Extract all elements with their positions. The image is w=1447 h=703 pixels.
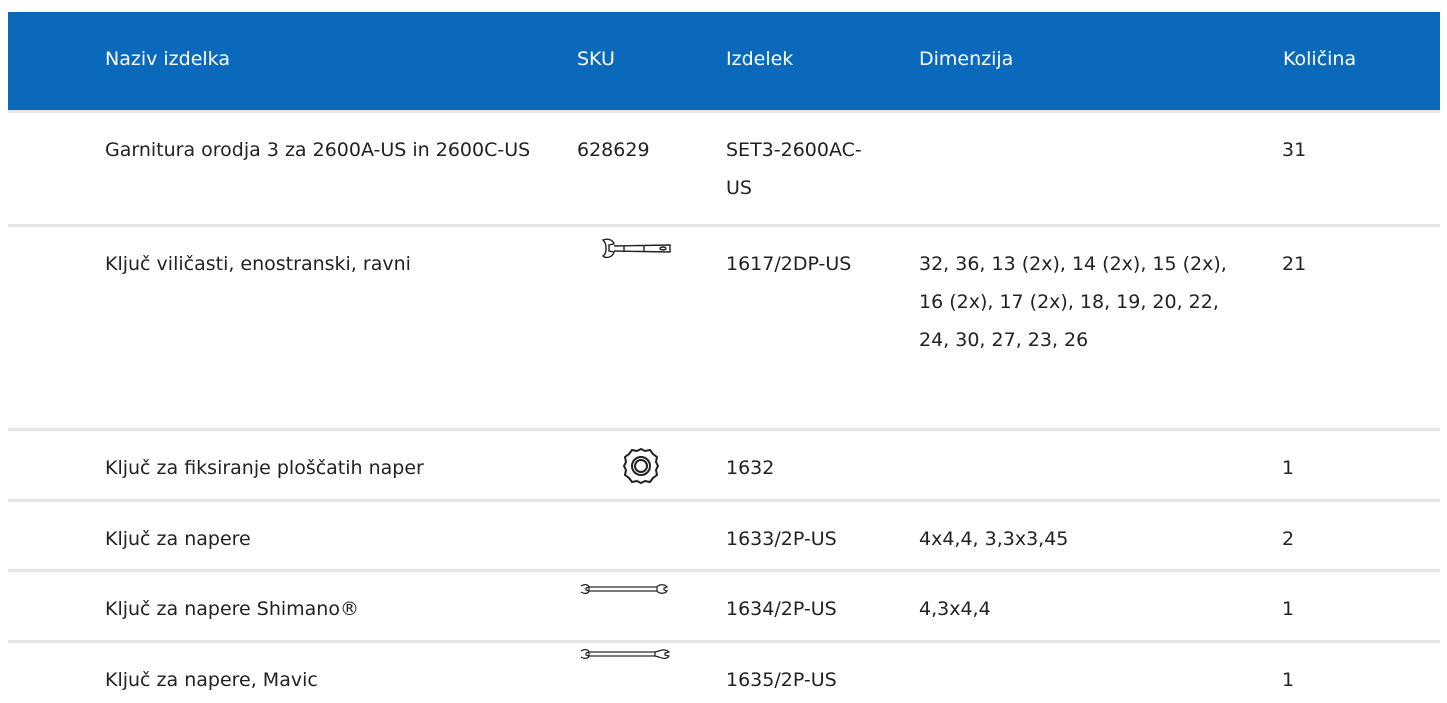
header-sku: SKU <box>577 48 615 70</box>
table-header: Naziv izdelka SKU Izdelek Dimenzija Koli… <box>8 12 1440 110</box>
row-dimension: 4,3x4,4 <box>919 598 991 620</box>
row-dimension: 4x4,4, 3,3x3,45 <box>919 528 1069 550</box>
table-row: Ključ viličasti, enostranski, ravni 1617… <box>8 224 1440 428</box>
row-name: Garnitura orodja 3 za 2600A-US in 2600C-… <box>105 139 531 161</box>
header-item: Izdelek <box>726 48 794 70</box>
row-item: 1617/2DP-US <box>726 253 852 275</box>
row-quantity: 31 <box>1282 139 1307 161</box>
row-quantity: 1 <box>1282 457 1295 479</box>
table-row: Garnitura orodja 3 za 2600A-US in 2600C-… <box>8 110 1440 224</box>
row-item: SET3-2600AC-US <box>726 139 862 199</box>
header-dimension: Dimenzija <box>919 48 1014 70</box>
row-dimension: 32, 36, 13 (2x), 14 (2x), 15 (2x), 16 (2… <box>919 253 1227 351</box>
header-quantity: Količina <box>1283 48 1357 70</box>
table-row: Ključ za fiksiranje ploščatih naper 1632… <box>8 428 1440 499</box>
row-item: 1635/2P-US <box>726 669 837 691</box>
header-name: Naziv izdelka <box>105 48 230 70</box>
row-name: Ključ viličasti, enostranski, ravni <box>105 253 411 275</box>
row-item: 1634/2P-US <box>726 598 837 620</box>
row-name: Ključ za napere, Mavic <box>105 669 318 691</box>
table-row: Ključ za napere 1633/2P-US 4x4,4, 3,3x3,… <box>8 499 1440 569</box>
row-item: 1632 <box>726 457 775 479</box>
row-name: Ključ za napere <box>105 528 251 550</box>
open-end-wrench-icon <box>600 237 674 261</box>
row-quantity: 2 <box>1282 528 1295 550</box>
row-name: Ključ za napere Shimano® <box>105 598 359 620</box>
row-name: Ključ za fiksiranje ploščatih naper <box>105 457 424 479</box>
spoke-wrench-icon <box>579 647 675 661</box>
row-item: 1633/2P-US <box>726 528 837 550</box>
row-quantity: 21 <box>1282 253 1307 275</box>
product-table: Naziv izdelka SKU Izdelek Dimenzija Koli… <box>8 12 1440 703</box>
spoke-wrench-icon <box>579 582 675 596</box>
ring-wrench-icon <box>621 446 661 486</box>
row-sku: 628629 <box>577 139 650 161</box>
row-quantity: 1 <box>1282 598 1295 620</box>
table-row: Ključ za napere Shimano® 1634/2P-US 4,3x… <box>8 569 1440 640</box>
row-quantity: 1 <box>1282 669 1295 691</box>
table-row: Ključ za napere, Mavic 1635/2P-US 1 <box>8 640 1440 703</box>
